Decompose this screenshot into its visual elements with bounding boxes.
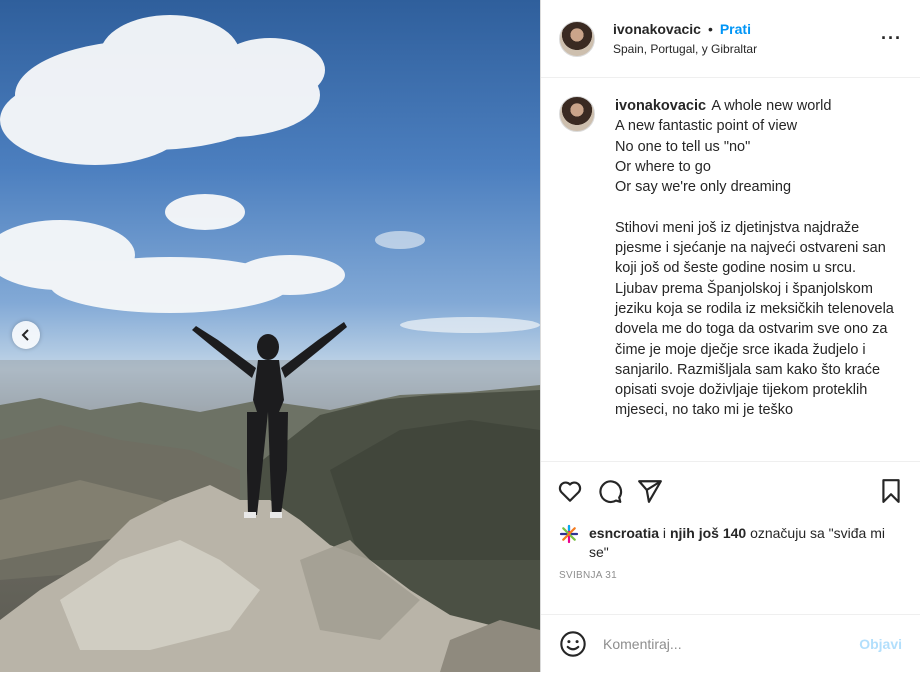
bookmark-icon <box>882 479 900 503</box>
likes-connector: i <box>659 525 670 541</box>
share-button[interactable] <box>637 478 663 504</box>
follow-button[interactable]: Prati <box>720 21 751 37</box>
chevron-left-icon <box>21 329 29 341</box>
caption-author-username[interactable]: ivonakovacic <box>615 98 706 114</box>
heart-icon <box>558 481 582 502</box>
author-line: ivonakovacic • Prati <box>613 21 881 37</box>
comment-bar: Objavi <box>541 614 920 672</box>
post-header: ivonakovacic • Prati Spain, Portugal, y … <box>541 0 920 78</box>
action-bar <box>541 462 920 520</box>
comment-input[interactable] <box>603 635 860 652</box>
smiley-icon <box>560 630 586 657</box>
author-username[interactable]: ivonakovacic <box>613 21 701 37</box>
mountain-summit-photo <box>0 15 540 672</box>
more-options-button[interactable]: ··· <box>881 28 902 49</box>
caption-author-avatar[interactable] <box>559 96 595 132</box>
separator-dot: • <box>707 21 713 37</box>
author-avatar[interactable] <box>559 20 595 57</box>
previous-photo-button[interactable] <box>12 321 40 349</box>
caption: ivonakovacic A whole new world A new fan… <box>615 96 902 461</box>
save-button[interactable] <box>878 478 904 504</box>
caption-body: A whole new world A new fantastic point … <box>615 98 894 419</box>
esn-star-logo <box>559 524 579 544</box>
post-comment-button[interactable]: Objavi <box>859 636 902 652</box>
post-date[interactable]: SVIBNJA 31 <box>541 562 920 581</box>
post-photo[interactable] <box>0 0 540 672</box>
paper-plane-icon <box>638 480 662 503</box>
likes-text: esncroatia i njih još 140 označuju sa "s… <box>589 524 902 562</box>
post-location[interactable]: Spain, Portugal, y Gibraltar <box>613 42 881 56</box>
comment-button[interactable] <box>597 478 623 504</box>
liker-username[interactable]: esncroatia <box>589 525 659 541</box>
emoji-button[interactable] <box>559 630 587 658</box>
like-button[interactable] <box>557 478 583 504</box>
post-side-panel: ivonakovacic • Prati Spain, Portugal, y … <box>540 0 920 672</box>
likes-others-count[interactable]: njih još 140 <box>670 525 746 541</box>
likes-summary: esncroatia i njih još 140 označuju sa "s… <box>541 520 920 562</box>
author-info: ivonakovacic • Prati Spain, Portugal, y … <box>613 21 881 56</box>
more-horizontal-icon: ··· <box>881 28 902 48</box>
comment-icon <box>599 480 623 504</box>
caption-section: ivonakovacic A whole new world A new fan… <box>541 78 920 462</box>
